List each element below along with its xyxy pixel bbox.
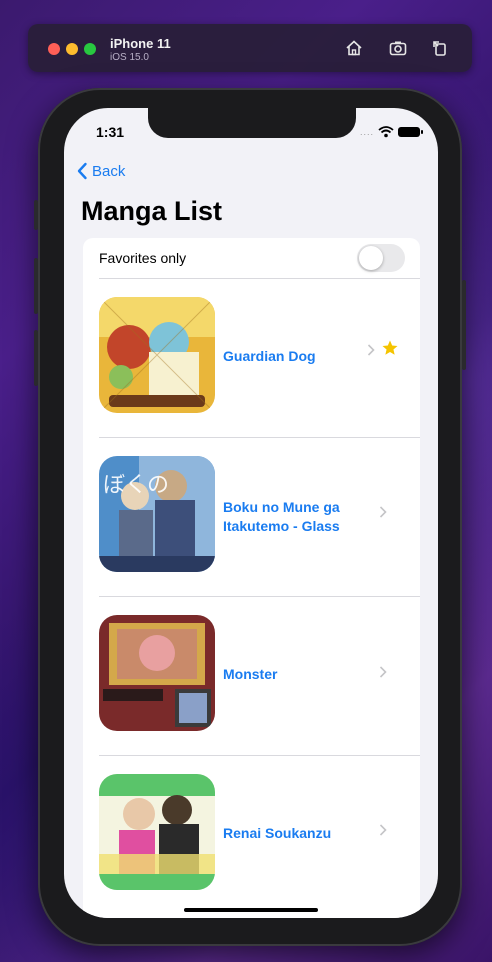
power-button: [462, 280, 466, 370]
minimize-window-button[interactable]: [66, 43, 78, 55]
rotate-icon[interactable]: [430, 38, 450, 58]
signal-icon: ....: [360, 127, 375, 137]
svg-text:ぼくの: ぼくの: [103, 473, 169, 498]
simulator-title-bar: iPhone 11 iOS 15.0: [28, 24, 472, 72]
cover-image: ぼくの: [99, 456, 215, 572]
manga-row-monster[interactable]: Monster: [83, 597, 420, 757]
chevron-right-icon: [379, 505, 387, 518]
phone-screen: 1:31 .... Back Manga List Favorites only: [64, 108, 438, 918]
chevron-right-icon: [367, 343, 375, 356]
manga-list: Favorites only Guardian Dog ぼくの Boku no …: [83, 238, 420, 918]
close-window-button[interactable]: [48, 43, 60, 55]
manga-title: Boku no Mune ga Itakutemo - Glass: [223, 499, 340, 534]
toggle-knob: [359, 246, 383, 270]
battery-icon: [398, 127, 424, 137]
back-label: Back: [92, 162, 126, 180]
mute-switch: [34, 200, 38, 230]
cover-image: [99, 297, 215, 413]
manga-title: Monster: [223, 666, 278, 682]
favorites-label: Favorites only: [99, 250, 187, 266]
manga-row-boku-no-mune[interactable]: ぼくの Boku no Mune ga Itakutemo - Glass: [83, 438, 420, 598]
status-icons: ....: [360, 126, 424, 138]
chevron-right-icon: [379, 823, 387, 836]
manga-title: Renai Soukanzu: [223, 825, 332, 841]
device-name: iPhone 11: [110, 36, 171, 51]
chevron-right-icon: [379, 665, 387, 678]
manga-row-guardian-dog[interactable]: Guardian Dog: [83, 279, 420, 439]
status-time: 1:31: [96, 124, 125, 140]
os-version: iOS 15.0: [110, 52, 149, 63]
zoom-window-button[interactable]: [84, 43, 96, 55]
manga-row-renai-soukanzu[interactable]: Renai Soukanzu: [83, 756, 420, 916]
volume-up-button: [34, 258, 38, 314]
cover-image: [99, 774, 215, 890]
home-icon[interactable]: [344, 38, 364, 58]
wifi-icon: [378, 126, 394, 138]
cover-image: [99, 615, 215, 731]
favorite-star-icon: [381, 339, 399, 357]
favorites-filter-row: Favorites only: [83, 238, 420, 278]
favorites-toggle[interactable]: [357, 244, 405, 272]
manga-title: Guardian Dog: [223, 348, 316, 364]
screenshot-icon[interactable]: [388, 38, 408, 58]
volume-down-button: [34, 330, 38, 386]
home-indicator[interactable]: [184, 908, 318, 912]
page-title: Manga List: [81, 196, 223, 226]
chevron-left-icon: [77, 162, 87, 180]
notch: [148, 108, 356, 138]
back-button[interactable]: Back: [76, 162, 125, 180]
